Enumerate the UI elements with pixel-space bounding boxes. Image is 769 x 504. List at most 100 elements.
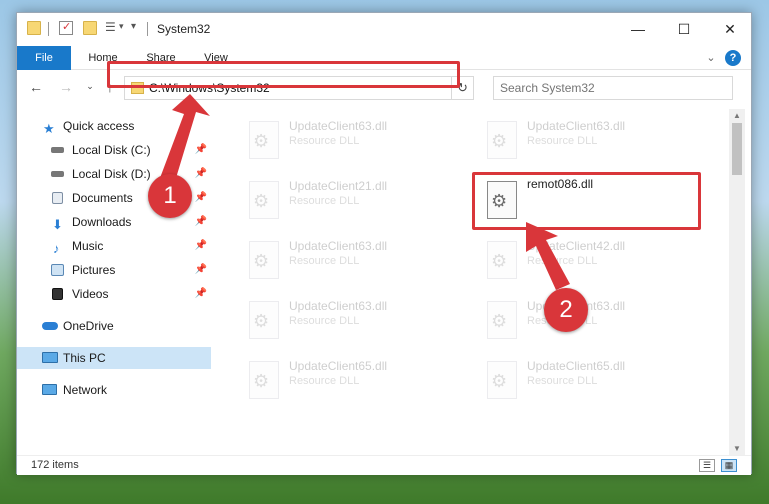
scroll-down-icon[interactable]: ▼ xyxy=(729,444,745,453)
sidebar-item-pictures[interactable]: Pictures 📌 xyxy=(17,259,211,281)
sidebar-item-music[interactable]: ♪ Music 📌 xyxy=(17,235,211,257)
sidebar-item-network[interactable]: Network xyxy=(17,379,211,401)
drive-icon xyxy=(51,171,64,177)
folder-icon xyxy=(27,21,41,35)
expand-ribbon-icon[interactable]: ⌄ xyxy=(703,46,719,70)
file-name: UpdateClient65.dll xyxy=(289,359,388,373)
file-item[interactable]: ⚙ UpdateClient42.dll Resource DLL xyxy=(479,235,699,285)
file-name: UpdateClient63.dll xyxy=(289,239,388,253)
dll-file-icon: ⚙ xyxy=(249,181,279,219)
picture-icon xyxy=(51,264,64,276)
file-name: UpdateClient63.dll xyxy=(289,299,388,313)
sidebar-item-quick-access[interactable]: ★ Quick access xyxy=(17,115,211,137)
dropdown-arrow-icon[interactable]: ▾ xyxy=(131,21,145,35)
sidebar-item-label: This PC xyxy=(63,351,106,365)
item-count: 172 items xyxy=(31,459,79,471)
file-type: Resource DLL xyxy=(289,135,360,147)
dll-file-icon: ⚙ xyxy=(487,301,517,339)
file-name: UpdateClient42.dll xyxy=(527,239,626,253)
sidebar-item-label: Network xyxy=(63,383,108,397)
file-name: UpdateClient63.dll xyxy=(527,119,626,133)
file-type: Resource DLL xyxy=(527,135,598,147)
file-item[interactable]: ⚙ UpdateClient63.dll Resource DLL xyxy=(241,295,461,345)
dll-file-icon: ⚙ xyxy=(249,301,279,339)
music-icon: ♪ xyxy=(53,241,60,256)
scroll-thumb[interactable] xyxy=(732,123,742,175)
computer-icon xyxy=(42,352,58,363)
pin-icon[interactable]: 📌 xyxy=(195,187,207,209)
file-type: Resource DLL xyxy=(527,255,598,267)
divider xyxy=(48,22,49,36)
file-item[interactable]: ⚙ UpdateClient63.dll Resource DLL xyxy=(479,115,699,165)
file-type: Resource DLL xyxy=(289,315,360,327)
sidebar-item-videos[interactable]: Videos 📌 xyxy=(17,283,211,305)
video-icon xyxy=(52,288,63,300)
download-icon: ⬇ xyxy=(52,217,63,232)
file-item[interactable]: ⚙ UpdateClient65.dll Resource DLL xyxy=(241,355,461,405)
file-name: UpdateClient63.dll xyxy=(289,119,388,133)
file-type: Resource DLL xyxy=(289,255,360,267)
sidebar-item-onedrive[interactable]: OneDrive xyxy=(17,315,211,337)
status-bar: 172 items ☰ ▦ xyxy=(17,455,751,475)
navigation-pane: ★ Quick access Local Disk (C:) 📌 Local D… xyxy=(17,109,211,453)
dll-file-icon: ⚙ xyxy=(249,241,279,279)
sidebar-item-label: Pictures xyxy=(72,263,116,277)
star-icon: ★ xyxy=(43,121,55,136)
search-box[interactable] xyxy=(493,76,733,100)
file-type: Resource DLL xyxy=(289,195,360,207)
back-arrow-icon[interactable]: ← xyxy=(27,79,45,95)
forward-arrow-icon[interactable]: → xyxy=(57,79,75,95)
tab-file[interactable]: File xyxy=(17,46,71,70)
sidebar-item-label: Downloads xyxy=(72,215,132,229)
minimize-button[interactable]: — xyxy=(615,13,661,45)
maximize-button[interactable]: ☐ xyxy=(661,13,707,45)
help-icon[interactable]: ? xyxy=(725,50,741,66)
sidebar-item-local-disk-c[interactable]: Local Disk (C:) 📌 xyxy=(17,139,211,161)
dll-file-icon: ⚙ xyxy=(249,121,279,159)
search-input[interactable] xyxy=(500,81,732,95)
address-bar-highlight xyxy=(107,61,460,88)
new-folder-icon[interactable] xyxy=(83,21,97,35)
pin-icon[interactable]: 📌 xyxy=(195,211,207,233)
sidebar-item-label: Local Disk (D:) xyxy=(72,167,151,181)
file-item[interactable]: ⚙ UpdateClient21.dll Resource DLL xyxy=(241,175,461,225)
sidebar-item-label: Music xyxy=(72,239,104,253)
pin-icon[interactable]: 📌 xyxy=(195,259,207,281)
recent-locations-icon[interactable]: ⌄ xyxy=(81,81,99,92)
title-bar: ✓ ☰ ▾ ▾ System32 — ☐ ✕ xyxy=(17,13,751,45)
properties-icon[interactable]: ✓ xyxy=(59,21,73,35)
divider xyxy=(147,22,148,36)
file-type: Resource DLL xyxy=(527,375,598,387)
sidebar-item-label: Videos xyxy=(72,287,109,301)
sidebar-item-this-pc[interactable]: This PC xyxy=(17,347,211,369)
cloud-icon xyxy=(42,322,58,330)
details-view-icon[interactable]: ☰ xyxy=(699,459,715,472)
step-marker-2: 2 xyxy=(544,288,588,332)
large-icons-view-icon[interactable]: ▦ xyxy=(721,459,737,472)
file-item[interactable]: ⚙ UpdateClient63.dll Resource DLL xyxy=(241,235,461,285)
customize-quick-access-icon[interactable]: ☰ xyxy=(105,21,119,35)
vertical-scrollbar[interactable]: ▲ ▼ xyxy=(729,109,745,455)
window-title: System32 xyxy=(157,22,211,36)
scroll-up-icon[interactable]: ▲ xyxy=(729,111,745,120)
file-name: UpdateClient21.dll xyxy=(289,179,388,193)
sidebar-item-label: Quick access xyxy=(63,119,135,133)
file-item[interactable]: ⚙ UpdateClient63.dll Resource DLL xyxy=(479,295,699,345)
file-name: UpdateClient65.dll xyxy=(527,359,626,373)
file-item[interactable]: ⚙ UpdateClient65.dll Resource DLL xyxy=(479,355,699,405)
pin-icon[interactable]: 📌 xyxy=(195,283,207,305)
sidebar-item-label: OneDrive xyxy=(63,319,114,333)
pin-icon[interactable]: 📌 xyxy=(195,235,207,257)
file-item[interactable]: ⚙ UpdateClient63.dll Resource DLL xyxy=(241,115,461,165)
dll-file-icon: ⚙ xyxy=(487,121,517,159)
network-icon xyxy=(42,384,57,395)
sidebar-item-label: Local Disk (C:) xyxy=(72,143,151,157)
file-highlight xyxy=(472,172,701,230)
file-list-pane: ⚙ UpdateClient63.dll Resource DLL ⚙ Upda… xyxy=(213,109,727,453)
pin-icon[interactable]: 📌 xyxy=(195,163,207,185)
sidebar-item-label: Documents xyxy=(72,191,133,205)
pin-icon[interactable]: 📌 xyxy=(195,139,207,161)
file-type: Resource DLL xyxy=(289,375,360,387)
dll-file-icon: ⚙ xyxy=(487,241,517,279)
close-button[interactable]: ✕ xyxy=(707,13,753,45)
